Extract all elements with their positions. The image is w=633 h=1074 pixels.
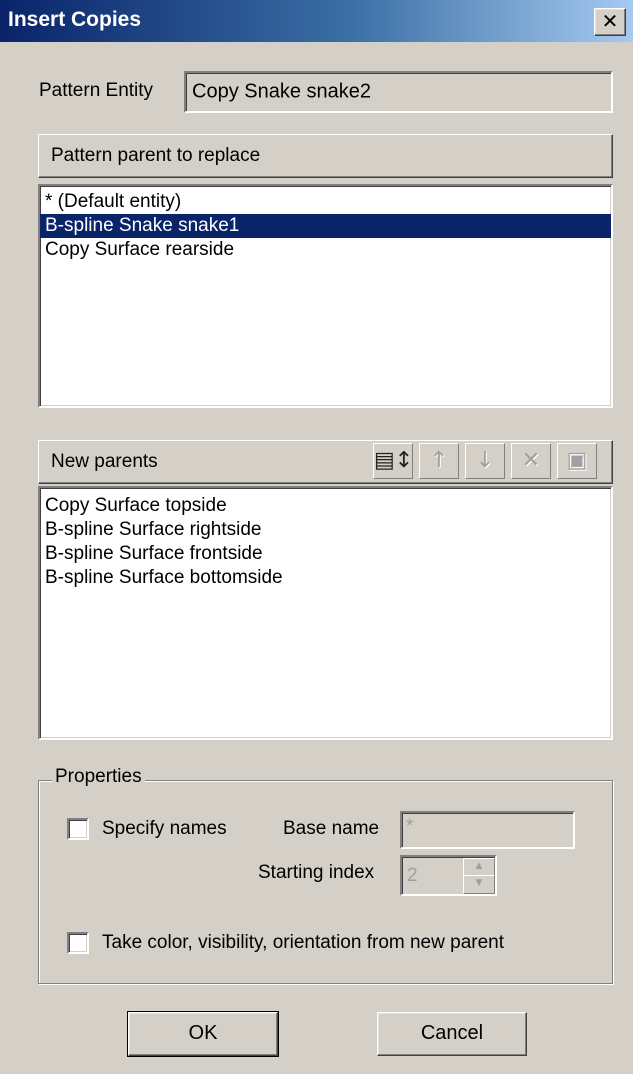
starting-index-field: 2 ▲ ▼ <box>400 855 497 896</box>
list-item[interactable]: * (Default entity) <box>40 190 611 214</box>
starting-index-value: 2 <box>407 864 418 886</box>
remove-icon[interactable]: ✕ <box>511 443 551 479</box>
list-item[interactable]: Copy Surface rearside <box>40 238 611 262</box>
move-up-icon[interactable]: ↑ <box>419 443 459 479</box>
ok-button[interactable]: OK <box>127 1011 279 1057</box>
list-item[interactable]: B-spline Surface frontside <box>40 542 611 566</box>
new-parents-list[interactable]: Copy Surface topside B-spline Surface ri… <box>38 486 613 740</box>
title-bar[interactable]: Insert Copies ✕ <box>0 0 633 42</box>
clear-list-icon[interactable]: ▣ <box>557 443 597 479</box>
cancel-button[interactable]: Cancel <box>377 1012 527 1056</box>
pattern-entity-label: Pattern Entity <box>39 80 154 101</box>
specify-names-label[interactable]: Specify names <box>102 818 227 840</box>
base-name-value: * <box>406 816 414 837</box>
select-parents-icon[interactable]: ▤↕ <box>373 443 413 479</box>
pattern-parent-list[interactable]: * (Default entity) B-spline Snake snake1… <box>38 184 613 408</box>
pattern-entity-value: Copy Snake snake2 <box>192 80 372 103</box>
new-parents-header-label: New parents <box>51 451 158 472</box>
list-item[interactable]: B-spline Surface bottomside <box>40 566 611 590</box>
base-name-field: * <box>400 811 575 849</box>
move-down-icon[interactable]: ↓ <box>465 443 505 479</box>
pattern-entity-field: Copy Snake snake2 <box>184 71 613 113</box>
take-color-label[interactable]: Take color, visibility, orientation from… <box>102 932 504 954</box>
close-icon[interactable]: ✕ <box>594 8 626 36</box>
take-color-checkbox[interactable] <box>67 932 89 954</box>
list-item-selected[interactable]: B-spline Snake snake1 <box>40 214 611 238</box>
starting-index-label: Starting index <box>258 862 375 883</box>
pattern-parent-header: Pattern parent to replace <box>38 134 613 178</box>
window-title: Insert Copies <box>8 8 142 31</box>
base-name-label: Base name <box>283 818 380 839</box>
pattern-parent-header-label: Pattern parent to replace <box>51 145 261 166</box>
new-parents-header: New parents ▤↕ ↑ ↓ ✕ ▣ <box>38 440 613 484</box>
properties-legend: Properties <box>52 766 145 788</box>
list-item[interactable]: Copy Surface topside <box>40 494 611 518</box>
specify-names-checkbox[interactable] <box>67 818 89 840</box>
starting-index-spinner: ▲ ▼ <box>463 858 495 894</box>
spin-down-icon: ▼ <box>463 875 495 894</box>
list-item[interactable]: B-spline Surface rightside <box>40 518 611 542</box>
